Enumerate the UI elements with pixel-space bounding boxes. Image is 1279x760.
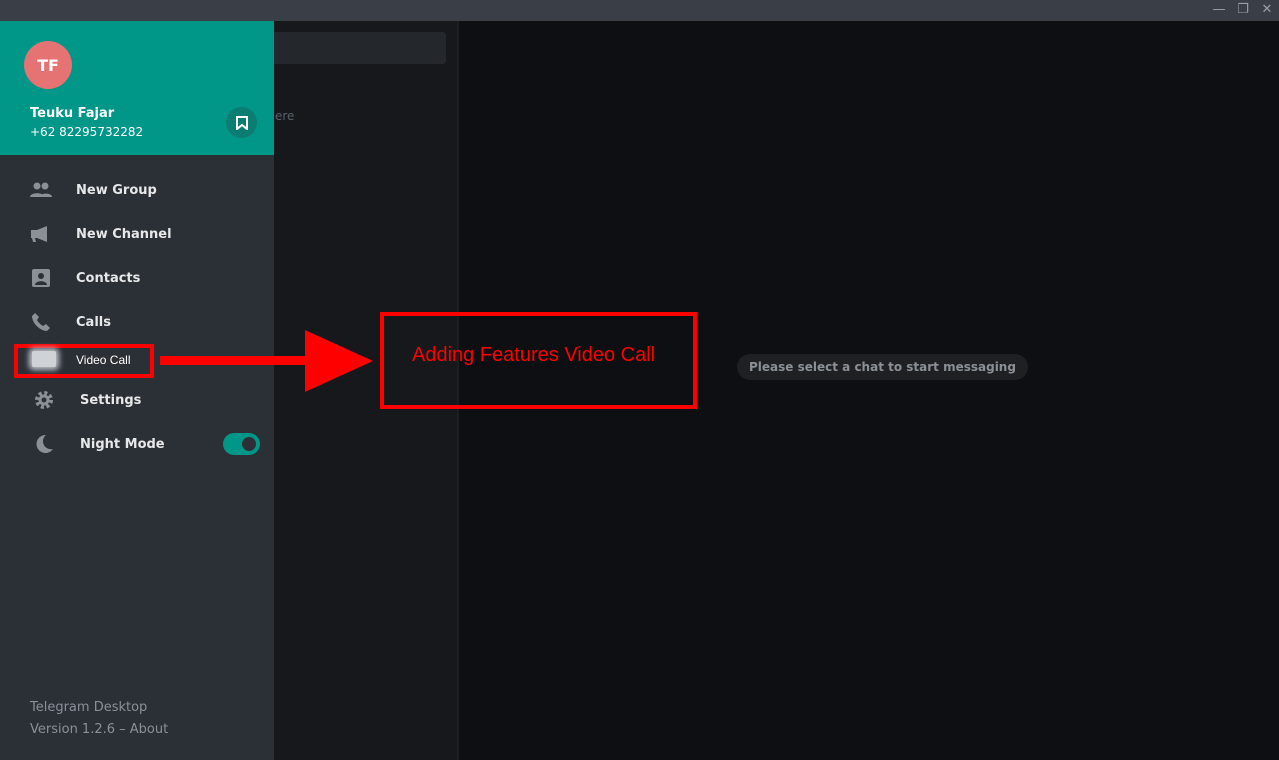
phone-icon xyxy=(30,311,52,333)
version-about-link[interactable]: Version 1.2.6 – About xyxy=(30,722,168,737)
avatar[interactable]: TF xyxy=(24,41,72,89)
profile-name: Teuku Fajar xyxy=(30,106,115,121)
main-menu: TF Teuku Fajar +62 82295732282 New Group… xyxy=(0,21,274,760)
annotation-text: Adding Features Video Call xyxy=(412,344,656,366)
video-icon xyxy=(32,351,56,367)
night-mode-toggle[interactable] xyxy=(223,433,260,455)
title-bar: — ❐ ✕ xyxy=(0,0,1279,21)
group-icon xyxy=(30,179,52,201)
profile-phone: +62 82295732282 xyxy=(30,125,144,139)
menu-item-label: Calls xyxy=(76,314,111,330)
menu-item-label: Video Call xyxy=(76,353,131,367)
menu-item-label: New Group xyxy=(76,182,157,198)
menu-item-new-group[interactable]: New Group xyxy=(0,168,274,212)
menu-item-label: Night Mode xyxy=(80,436,165,452)
minimize-button[interactable]: — xyxy=(1209,2,1229,17)
contact-icon xyxy=(30,267,52,289)
menu-item-label: Settings xyxy=(80,392,142,408)
moon-icon xyxy=(33,433,55,455)
menu-item-label: Contacts xyxy=(76,270,141,286)
menu-item-video-call[interactable]: Video Call xyxy=(14,344,154,378)
menu-item-label: New Channel xyxy=(76,226,172,242)
app-name: Telegram Desktop xyxy=(30,700,148,715)
annotation-box: Adding Features Video Call xyxy=(380,312,697,409)
empty-chat-message: Please select a chat to start messaging xyxy=(737,354,1028,380)
gear-icon xyxy=(33,389,55,411)
megaphone-icon xyxy=(30,223,52,245)
search-input[interactable] xyxy=(274,32,446,64)
annotation-arrowhead xyxy=(305,330,373,392)
menu-item-new-channel[interactable]: New Channel xyxy=(0,212,274,256)
empty-chats-hint: ere xyxy=(275,109,295,123)
bookmark-icon xyxy=(235,115,248,130)
saved-messages-button[interactable] xyxy=(226,107,257,138)
close-button[interactable]: ✕ xyxy=(1257,2,1277,17)
maximize-button[interactable]: ❐ xyxy=(1233,2,1253,17)
menu-item-settings[interactable]: Settings xyxy=(0,378,274,422)
annotation-arrow xyxy=(160,356,320,365)
profile-header: TF Teuku Fajar +62 82295732282 xyxy=(0,21,274,155)
menu-item-calls[interactable]: Calls xyxy=(0,300,274,344)
menu-item-contacts[interactable]: Contacts xyxy=(0,256,274,300)
